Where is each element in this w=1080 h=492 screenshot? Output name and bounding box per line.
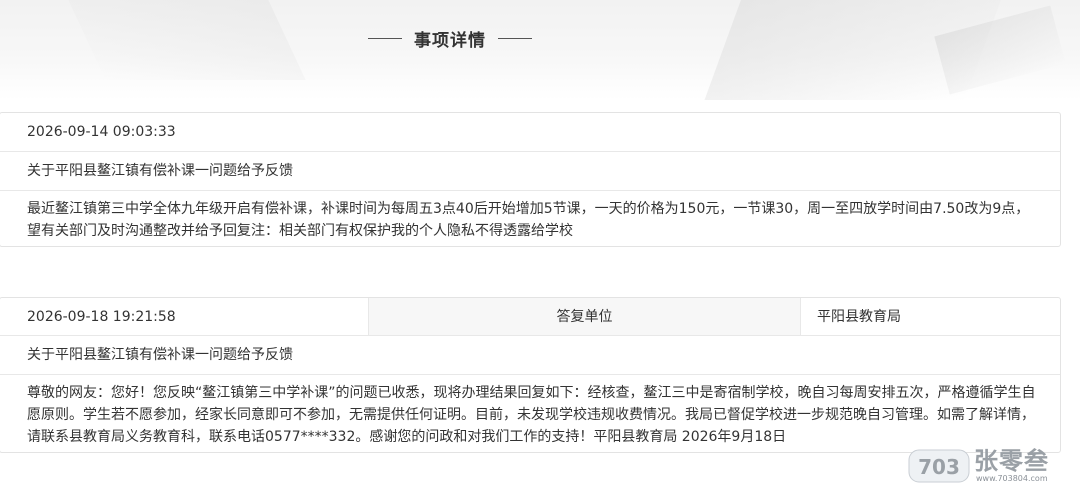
inquiry-datetime: 2026-09-14 09:03:33	[27, 124, 176, 140]
reply-card: 2026-09-18 19:21:58 答复单位 平阳县教育局 关于平阳县鳌江镇…	[0, 297, 1061, 453]
reply-content: 尊敬的网友：您好！您反映“鳌江镇第三中学补课”的问题已收悉，现将办理结果回复如下…	[27, 385, 1036, 445]
watermark-name: 张零叁	[974, 447, 1049, 475]
reply-unit-value: 平阳县教育局	[817, 309, 901, 325]
title-divider-left	[368, 37, 402, 39]
reply-meta-row: 2026-09-18 19:21:58 答复单位 平阳县教育局	[0, 298, 1060, 336]
inquiry-datetime-row: 2026-09-14 09:03:33	[0, 113, 1060, 152]
watermark-text: 张零叁 www.703804.com	[974, 448, 1049, 484]
inquiry-subject: 关于平阳县鳌江镇有偿补课一问题给予反馈	[27, 163, 293, 179]
reply-subject-row: 关于平阳县鳌江镇有偿补课一问题给予反馈	[0, 336, 1060, 375]
page-title-wrap: 事项详情	[365, 24, 535, 52]
header-banner: 事项详情	[0, 0, 1080, 100]
banner-decoration	[54, 0, 306, 80]
inquiry-subject-row: 关于平阳县鳌江镇有偿补课一问题给予反馈	[0, 152, 1060, 191]
watermark-url: www.703804.com	[976, 474, 1048, 483]
page-title: 事项详情	[414, 30, 486, 51]
inquiry-content: 最近鳌江镇第三中学全体九年级开启有偿补课，补课时间为每周五3点40后开始增加5节…	[27, 201, 1030, 239]
watermark-logo-icon: 703	[908, 446, 970, 486]
inquiry-content-row: 最近鳌江镇第三中学全体九年级开启有偿补课，补课时间为每周五3点40后开始增加5节…	[0, 191, 1060, 250]
reply-datetime: 2026-09-18 19:21:58	[27, 309, 176, 325]
reply-unit-label: 答复单位	[368, 298, 801, 335]
reply-content-row: 尊敬的网友：您好！您反映“鳌江镇第三中学补课”的问题已收悉，现将办理结果回复如下…	[0, 375, 1060, 456]
inquiry-card: 2026-09-14 09:03:33 关于平阳县鳌江镇有偿补课一问题给予反馈 …	[0, 112, 1061, 247]
title-divider-right	[498, 37, 532, 39]
reply-subject: 关于平阳县鳌江镇有偿补课一问题给予反馈	[27, 347, 293, 363]
svg-text:703: 703	[918, 455, 960, 479]
watermark: 703 张零叁 www.703804.com	[908, 444, 1078, 488]
